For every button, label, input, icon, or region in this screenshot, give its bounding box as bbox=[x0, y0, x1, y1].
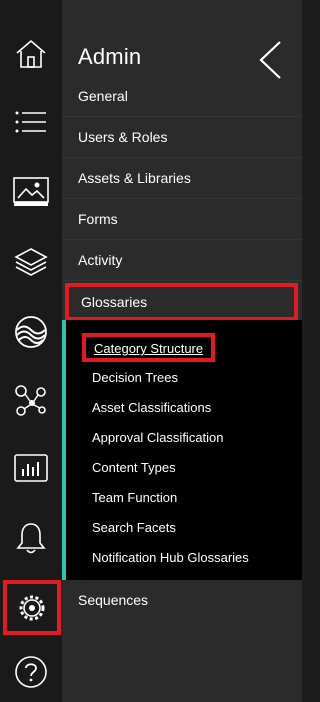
layers-icon bbox=[14, 248, 48, 276]
glossaries-submenu: Category Structure Decision Trees Asset … bbox=[62, 320, 302, 580]
settings-button[interactable] bbox=[3, 580, 61, 635]
network-icon bbox=[15, 385, 46, 416]
menu-lines-button[interactable] bbox=[0, 94, 62, 150]
submenu-accent-bar bbox=[62, 320, 66, 580]
chevron-left-icon[interactable] bbox=[258, 40, 282, 80]
reports-button[interactable] bbox=[0, 440, 62, 496]
menu-item-users-roles[interactable]: Users & Roles bbox=[62, 117, 302, 158]
submenu-item-asset-classifications[interactable]: Asset Classifications bbox=[92, 400, 211, 415]
image-icon bbox=[13, 177, 49, 206]
admin-panel: Admin General Users & Roles Assets & Lib… bbox=[62, 0, 302, 702]
network-button[interactable] bbox=[0, 372, 62, 428]
notifications-button[interactable] bbox=[0, 510, 62, 566]
menu-item-assets-libraries[interactable]: Assets & Libraries bbox=[62, 158, 302, 199]
bell-icon bbox=[16, 523, 46, 554]
submenu-item-team-function[interactable]: Team Function bbox=[92, 490, 177, 505]
page-title: Admin bbox=[78, 44, 142, 69]
panel-header: Admin bbox=[62, 0, 302, 79]
home-icon bbox=[16, 39, 46, 68]
settings-gear-icon bbox=[19, 595, 45, 620]
submenu-item-decision-trees[interactable]: Decision Trees bbox=[92, 370, 178, 385]
submenu-item-search-facets[interactable]: Search Facets bbox=[92, 520, 176, 535]
home-button[interactable] bbox=[0, 26, 62, 82]
submenu-item-category-structure[interactable]: Category Structure bbox=[82, 333, 216, 362]
assets-button[interactable] bbox=[0, 164, 62, 220]
menu-item-sequences[interactable]: Sequences bbox=[62, 580, 302, 621]
globe-wave-icon bbox=[15, 316, 47, 348]
menu-item-glossaries[interactable]: Glossaries bbox=[65, 283, 298, 321]
help-button[interactable] bbox=[0, 644, 62, 700]
menu-lines-icon bbox=[15, 111, 46, 133]
menu-item-activity[interactable]: Activity bbox=[62, 240, 302, 281]
menu-item-general[interactable]: General bbox=[62, 76, 302, 117]
bar-chart-icon bbox=[14, 454, 48, 482]
submenu-item-content-types[interactable]: Content Types bbox=[92, 460, 176, 475]
icon-rail bbox=[0, 0, 62, 702]
submenu-item-notification-hub-glossaries[interactable]: Notification Hub Glossaries bbox=[92, 550, 249, 565]
submenu-item-approval-classification[interactable]: Approval Classification bbox=[92, 430, 224, 445]
layers-button[interactable] bbox=[0, 234, 62, 290]
help-question-icon bbox=[15, 656, 47, 688]
menu-item-forms[interactable]: Forms bbox=[62, 199, 302, 240]
globe-wave-button[interactable] bbox=[0, 304, 62, 360]
